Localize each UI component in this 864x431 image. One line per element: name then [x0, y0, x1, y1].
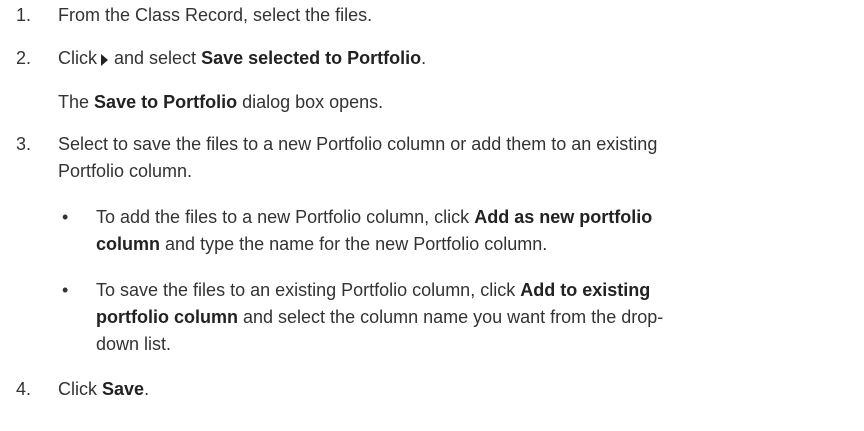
step-text: From the Class Record, select the files. [58, 5, 373, 25]
instructions-document: 1. From the Class Record, select the fil… [0, 0, 864, 431]
step-text-segment: Click [58, 379, 97, 399]
step-text-segment: and select [114, 48, 197, 68]
bullet-text: column and type the name for the new Por… [96, 233, 547, 255]
step-number: 3. [16, 134, 32, 154]
bullet-text: To add the files to a new Portfolio colu… [96, 206, 652, 228]
button-name: Save [102, 379, 145, 399]
step-text: Click and select Save selected to Portfol… [58, 47, 426, 69]
bullet-icon: • [62, 280, 69, 300]
bullet-text: down list. [96, 334, 172, 354]
menu-command: Save selected to Portfolio [201, 48, 422, 68]
step-text: Select to save the files to a new Portfo… [58, 134, 658, 154]
option-name: Add as new portfolio [474, 207, 653, 227]
step-text-segment: . [421, 48, 427, 68]
step-text: Click Save. [58, 378, 149, 400]
option-name: Add to existing [520, 280, 651, 300]
step-number: 4. [16, 379, 32, 399]
bullet-text-segment: To save the files to an existing Portfol… [96, 280, 516, 300]
note-text-segment: The [58, 92, 90, 112]
note-text-segment: dialog box opens. [242, 92, 384, 112]
option-name: column [96, 234, 161, 254]
step-number: 1. [16, 5, 32, 25]
bullet-text: portfolio column and select the column n… [96, 306, 663, 328]
step-text-segment: Click [58, 48, 97, 68]
bullet-text-segment: and type the name for the new Portfolio … [165, 234, 548, 254]
note-text: The Save to Portfolio dialog box opens. [58, 91, 383, 113]
bullet-text: To save the files to an existing Portfol… [96, 279, 650, 301]
step-text-segment: . [144, 379, 150, 399]
option-name: portfolio column [96, 307, 238, 327]
play-arrow-icon [101, 54, 108, 66]
bullet-text-segment: and select the column name you want from… [243, 307, 664, 327]
dialog-name: Save to Portfolio [94, 92, 238, 112]
step-number: 2. [16, 48, 32, 68]
bullet-text-segment: To add the files to a new Portfolio colu… [96, 207, 470, 227]
bullet-icon: • [62, 207, 69, 227]
step-text: Portfolio column. [58, 161, 193, 181]
